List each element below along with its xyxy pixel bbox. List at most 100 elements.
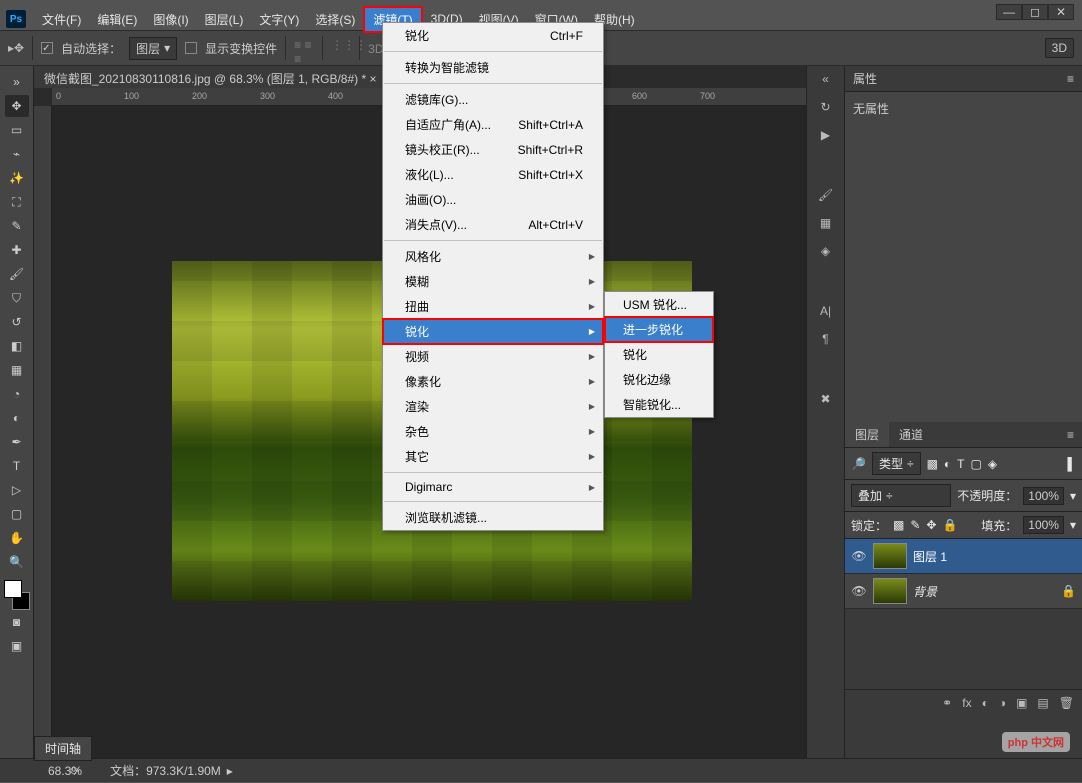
- menu-item[interactable]: 其它: [383, 444, 603, 469]
- gradient-tool[interactable]: ▦: [5, 359, 29, 381]
- menu-item[interactable]: 滤镜库(G)...: [383, 87, 603, 112]
- autoselect-checkbox[interactable]: [41, 42, 53, 54]
- menu-item[interactable]: 镜头校正(R)...Shift+Ctrl+R: [383, 137, 603, 162]
- new-layer-icon[interactable]: ▤: [1037, 696, 1048, 710]
- layer-thumbnail[interactable]: [873, 578, 907, 604]
- brush-panel-icon[interactable]: 🖌: [818, 188, 833, 202]
- lock-move-icon[interactable]: ✥: [926, 518, 936, 532]
- history-brush-tool[interactable]: ↺: [5, 311, 29, 333]
- tab-layers[interactable]: 图层: [845, 422, 889, 447]
- align-icons[interactable]: ≡ ≡ ≡: [294, 38, 314, 58]
- properties-panel-header[interactable]: 属性≡: [845, 66, 1082, 92]
- filter-smart-icon[interactable]: ◈: [988, 457, 997, 471]
- heal-tool[interactable]: ✚: [5, 239, 29, 261]
- opacity-input[interactable]: 100%: [1023, 487, 1064, 505]
- dodge-tool[interactable]: ◐: [5, 407, 29, 429]
- menu-item[interactable]: 风格化: [383, 244, 603, 269]
- hand-tool[interactable]: ✋: [5, 527, 29, 549]
- mask-icon[interactable]: ◐: [982, 696, 989, 710]
- marquee-tool[interactable]: ▭: [5, 119, 29, 141]
- blend-mode-select[interactable]: 叠加÷: [851, 484, 951, 507]
- submenu-item[interactable]: 锐化边缘: [605, 367, 713, 392]
- filter-adjust-icon[interactable]: ◐: [944, 457, 951, 471]
- menu-item[interactable]: 液化(L)...Shift+Ctrl+X: [383, 162, 603, 187]
- menu-item[interactable]: 转换为智能滤镜: [383, 55, 603, 80]
- lasso-tool[interactable]: ⌁: [5, 143, 29, 165]
- screenmode-tool[interactable]: ▣: [5, 635, 29, 657]
- filter-pixel-icon[interactable]: ▩: [927, 457, 938, 471]
- filter-type-icon[interactable]: T: [957, 457, 964, 471]
- tab-channels[interactable]: 通道: [889, 422, 933, 447]
- menu-item[interactable]: 油画(O)...: [383, 187, 603, 212]
- layer-filter-kind[interactable]: 类型÷: [872, 452, 921, 475]
- character-panel-icon[interactable]: A|: [820, 304, 831, 318]
- close-button[interactable]: ✕: [1048, 4, 1074, 20]
- search-icon[interactable]: 🔎: [851, 457, 866, 471]
- layer-name[interactable]: 背景: [913, 583, 937, 600]
- quickmask-tool[interactable]: ◙: [5, 611, 29, 633]
- paragraph-panel-icon[interactable]: ¶: [822, 332, 828, 346]
- autoselect-target[interactable]: 图层▾: [129, 37, 177, 60]
- menu-item[interactable]: 消失点(V)...Alt+Ctrl+V: [383, 212, 603, 237]
- pen-tool[interactable]: ✒: [5, 431, 29, 453]
- group-icon[interactable]: ▣: [1016, 696, 1027, 710]
- color-swatches[interactable]: [2, 580, 32, 610]
- menu-edit[interactable]: 编辑(E): [89, 8, 145, 31]
- fx-icon[interactable]: fx: [962, 696, 971, 710]
- link-icon[interactable]: ⚭: [942, 696, 952, 710]
- menu-item[interactable]: 锐化Ctrl+F: [383, 23, 603, 48]
- crop-tool[interactable]: ⛶: [5, 191, 29, 213]
- adjustment-icon[interactable]: ◑: [999, 696, 1006, 710]
- layer-row-1[interactable]: 👁 图层 1: [845, 539, 1082, 574]
- delete-icon[interactable]: 🗑: [1059, 696, 1074, 710]
- lock-brush-icon[interactable]: ✎: [910, 518, 920, 532]
- maximize-button[interactable]: ◻: [1022, 4, 1048, 20]
- swatches-panel-icon[interactable]: ▦: [820, 216, 831, 230]
- fill-input[interactable]: 100%: [1023, 516, 1064, 534]
- menu-layer[interactable]: 图层(L): [197, 8, 252, 31]
- sync-icon[interactable]: ⟳: [70, 764, 80, 778]
- layer-name[interactable]: 图层 1: [913, 548, 947, 565]
- menu-item[interactable]: 渲染: [383, 394, 603, 419]
- minimize-button[interactable]: —: [996, 4, 1022, 20]
- visibility-icon[interactable]: 👁: [851, 584, 867, 598]
- submenu-item[interactable]: 智能锐化...: [605, 392, 713, 417]
- 3d-button[interactable]: 3D: [1045, 38, 1074, 58]
- zoom-readout[interactable]: 68.3%: [0, 764, 60, 778]
- dock-arrow-icon[interactable]: «: [822, 72, 829, 86]
- info-arrow-icon[interactable]: ▸: [227, 764, 233, 778]
- distribute-icons[interactable]: ⋮⋮⋮: [331, 38, 351, 58]
- menu-item[interactable]: 锐化: [383, 319, 603, 344]
- menu-item[interactable]: 扭曲: [383, 294, 603, 319]
- play-icon[interactable]: ▶: [821, 128, 830, 142]
- brush-tool[interactable]: 🖌: [5, 263, 29, 285]
- path-tool[interactable]: ▷: [5, 479, 29, 501]
- menu-item[interactable]: 模糊: [383, 269, 603, 294]
- blur-tool[interactable]: ◔: [5, 383, 29, 405]
- lock-pixels-icon[interactable]: ▩: [893, 518, 904, 532]
- menu-item[interactable]: 自适应广角(A)...Shift+Ctrl+A: [383, 112, 603, 137]
- tools-panel-icon[interactable]: ✖: [820, 392, 830, 406]
- menu-item[interactable]: 视频: [383, 344, 603, 369]
- eraser-tool[interactable]: ◧: [5, 335, 29, 357]
- submenu-item[interactable]: USM 锐化...: [605, 292, 713, 317]
- styles-panel-icon[interactable]: ◈: [821, 244, 830, 258]
- eyedropper-tool[interactable]: ✎: [5, 215, 29, 237]
- menu-item[interactable]: 像素化: [383, 369, 603, 394]
- layer-row-bg[interactable]: 👁 背景 🔒: [845, 574, 1082, 609]
- menu-type[interactable]: 文字(Y): [251, 8, 307, 31]
- visibility-icon[interactable]: 👁: [851, 549, 867, 563]
- filter-toggle[interactable]: ▌: [1067, 457, 1076, 471]
- menu-item[interactable]: 浏览联机滤镜...: [383, 505, 603, 530]
- submenu-item[interactable]: 锐化: [605, 342, 713, 367]
- lock-all-icon[interactable]: 🔒: [942, 518, 957, 532]
- layer-thumbnail[interactable]: [873, 543, 907, 569]
- zoom-tool[interactable]: 🔍: [5, 551, 29, 573]
- stamp-tool[interactable]: ⛉: [5, 287, 29, 309]
- wand-tool[interactable]: ✨: [5, 167, 29, 189]
- menu-item[interactable]: 杂色: [383, 419, 603, 444]
- history-icon[interactable]: ↻: [820, 100, 830, 114]
- expand-icon[interactable]: »: [5, 71, 29, 93]
- menu-image[interactable]: 图像(I): [145, 8, 196, 31]
- menu-select[interactable]: 选择(S): [307, 8, 363, 31]
